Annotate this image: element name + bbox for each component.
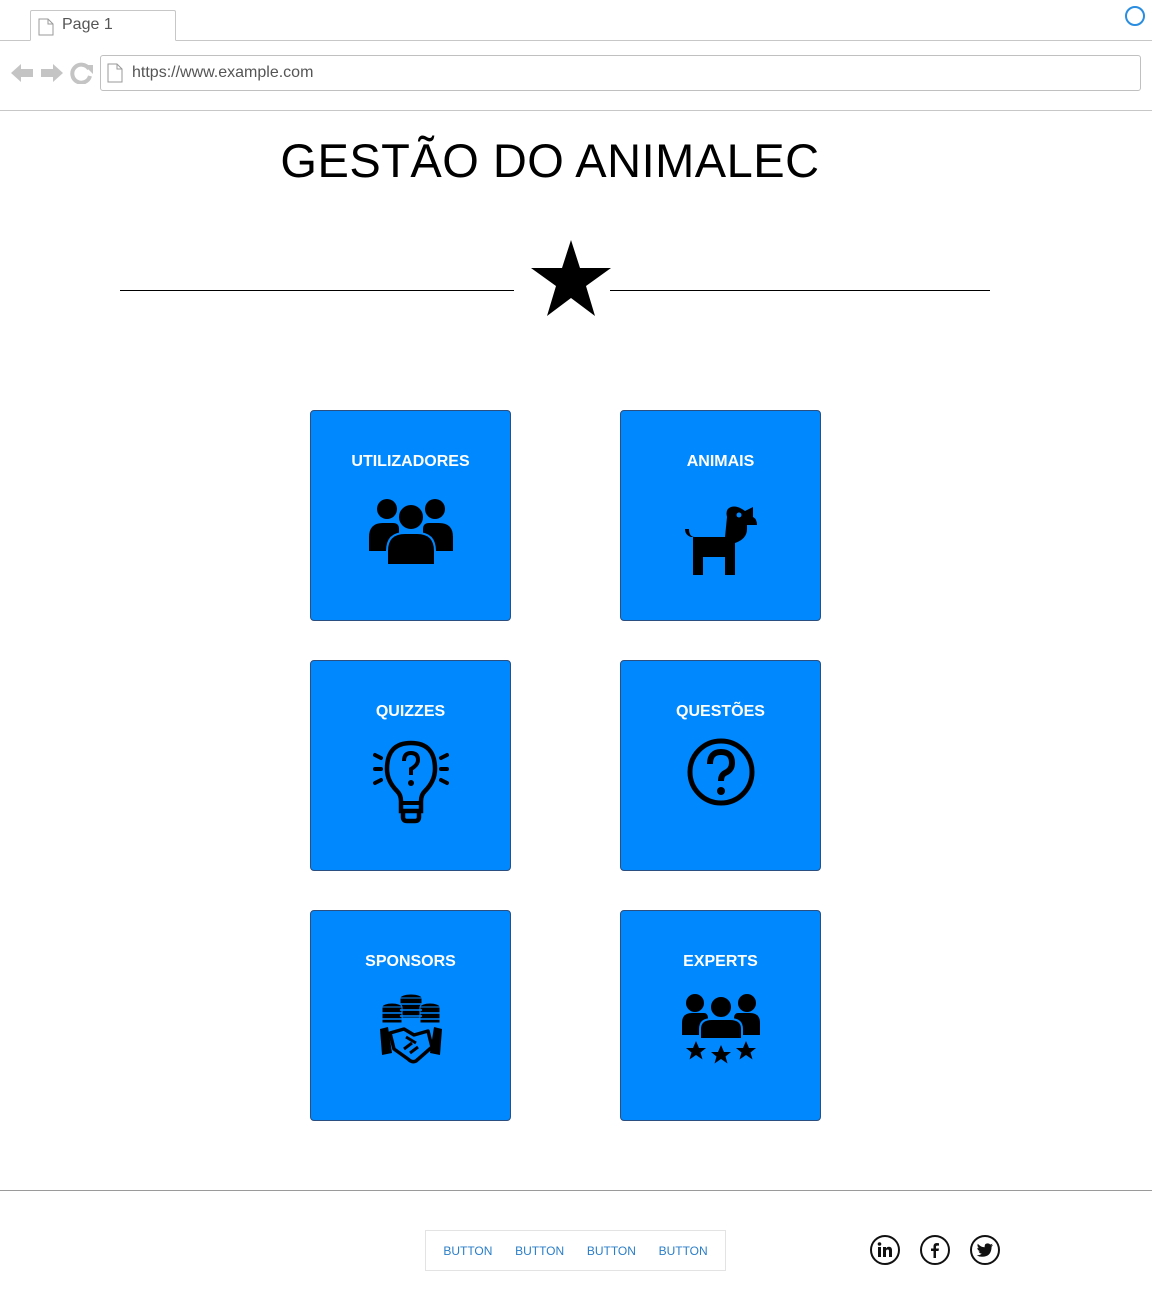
reload-icon[interactable] — [70, 62, 94, 84]
browser-tab[interactable]: Page 1 — [30, 10, 176, 41]
tile-experts[interactable]: EXPERTS — [620, 910, 821, 1121]
footer-divider — [0, 1190, 1152, 1191]
linkedin-glyph-icon — [877, 1242, 892, 1257]
footer-button-3[interactable]: BUTTON — [587, 1244, 636, 1258]
page-icon — [107, 63, 123, 83]
tile-label: ANIMAIS — [686, 453, 755, 470]
divider-right — [610, 290, 990, 291]
twitter-glyph-icon — [976, 1243, 993, 1257]
address-bar[interactable]: https://www.example.com — [100, 55, 1141, 91]
url-text: https://www.example.com — [132, 64, 314, 81]
twitter-icon[interactable] — [970, 1235, 1000, 1265]
dog-icon — [684, 506, 757, 575]
lightbulb-question-icon — [372, 740, 449, 824]
tab-title: Page 1 — [62, 16, 113, 33]
handshake-coins-icon — [379, 993, 442, 1064]
tile-questoes[interactable]: QUESTÕES — [620, 660, 821, 871]
facebook-icon[interactable] — [920, 1235, 950, 1265]
browser-tab-bar: Page 1 — [0, 0, 1152, 41]
tile-label: UTILIZADORES — [351, 453, 470, 470]
tile-label: QUESTÕES — [676, 703, 765, 720]
tile-quizzes[interactable]: QUIZZES — [310, 660, 511, 871]
footer-button-4[interactable]: BUTTON — [659, 1244, 708, 1258]
browser-nav-bar: https://www.example.com — [0, 41, 1152, 111]
tile-animais[interactable]: ANIMAIS — [620, 410, 821, 621]
tile-utilizadores[interactable]: UTILIZADORES — [310, 410, 511, 621]
tile-label: EXPERTS — [683, 953, 758, 970]
footer-button-1[interactable]: BUTTON — [443, 1244, 492, 1258]
page-icon — [38, 18, 54, 36]
linkedin-icon[interactable] — [870, 1235, 900, 1265]
users-icon — [368, 499, 453, 566]
page-title: GESTÃO DO ANIMALEC — [280, 134, 820, 187]
tile-label: SPONSORS — [365, 953, 456, 970]
footer-button-group: BUTTON BUTTON BUTTON BUTTON — [425, 1230, 726, 1271]
facebook-glyph-icon — [931, 1243, 939, 1258]
forward-arrow-icon[interactable] — [40, 62, 64, 84]
group-stars-icon — [681, 994, 760, 1064]
window-circle-icon[interactable] — [1125, 6, 1145, 26]
question-circle-icon — [687, 738, 754, 806]
tile-label: QUIZZES — [375, 703, 446, 720]
tile-sponsors[interactable]: SPONSORS — [310, 910, 511, 1121]
star-icon — [531, 240, 611, 316]
back-arrow-icon[interactable] — [10, 62, 34, 84]
footer-button-2[interactable]: BUTTON — [515, 1244, 564, 1258]
divider-left — [120, 290, 514, 291]
